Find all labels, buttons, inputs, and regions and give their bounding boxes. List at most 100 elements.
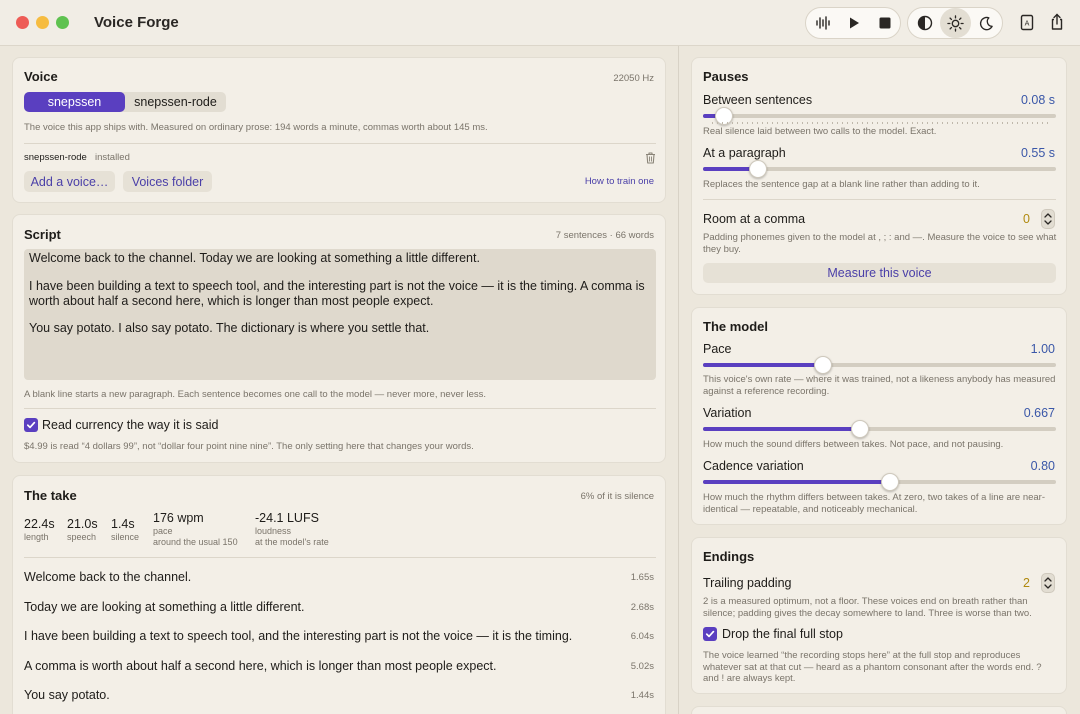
variation-slider[interactable] — [703, 420, 1056, 438]
cadence-caption: How much the rhythm differs between take… — [703, 492, 1045, 515]
minimize-window-button[interactable] — [36, 16, 49, 29]
train-voice-link[interactable]: How to train one — [585, 176, 654, 187]
between-sentences-value: 0.08 s — [1020, 93, 1055, 107]
variation-caption: How much the sound differs between takes… — [703, 439, 1004, 450]
waveform-button[interactable] — [807, 8, 838, 38]
pace-caption: This voice's own rate — where it was tra… — [703, 374, 1056, 397]
sentence-duration: 6.04s — [630, 631, 654, 642]
stat-loudness: -24.1 LUFS loudness at the model's rate — [255, 511, 329, 547]
playback-group — [805, 7, 901, 39]
stat-value: -24.1 LUFS — [255, 511, 319, 525]
measure-voice-button[interactable]: Measure this voice — [703, 263, 1056, 283]
script-card: Script 7 sentences · 66 words Welcome ba… — [12, 214, 666, 463]
slider-knob[interactable] — [814, 356, 833, 374]
close-window-button[interactable] — [16, 16, 29, 29]
auto-theme-button[interactable] — [909, 8, 940, 38]
sentence-duration: 5.02s — [630, 661, 654, 672]
stat-label: loudness — [255, 526, 292, 536]
slider-fill — [703, 480, 891, 484]
stat-sub: around the usual 150 — [153, 537, 238, 547]
sentence-text: I have been building a text to speech to… — [24, 629, 573, 643]
variation-value: 0.667 — [1023, 406, 1055, 420]
sample-rate: 22050 Hz — [613, 73, 654, 84]
dark-theme-button[interactable] — [971, 8, 1002, 38]
sentence-row[interactable]: I have been building a text to speech to… — [24, 629, 654, 647]
pauses-separator — [703, 199, 1056, 200]
voice-heading: Voice — [24, 69, 58, 84]
stepper-arrows-icon — [1044, 213, 1052, 225]
script-paragraph: You say potato. I also say potato. The d… — [29, 321, 430, 335]
share-icon — [1051, 13, 1062, 30]
trailing-padding-stepper[interactable] — [1041, 573, 1055, 593]
sentence-duration: 1.44s — [630, 690, 654, 701]
appearance-group — [907, 7, 1003, 39]
voice-option-snepssen-rode[interactable]: snepssen-rode — [125, 92, 226, 112]
pauses-heading: Pauses — [703, 69, 749, 84]
voice-option-snepssen[interactable]: snepssen — [24, 92, 125, 112]
sentence-text: A comma is worth about half a second her… — [24, 659, 497, 673]
delete-voice-button[interactable] — [645, 151, 657, 164]
pace-slider[interactable] — [703, 356, 1056, 374]
checkmark-icon — [705, 630, 715, 638]
cadence-slider[interactable] — [703, 473, 1056, 491]
between-sentences-label: Between sentences — [703, 93, 813, 107]
slider-fill — [703, 363, 824, 367]
endings-heading: Endings — [703, 549, 755, 564]
currency-checkbox[interactable] — [24, 418, 38, 432]
slider-knob[interactable] — [748, 160, 767, 178]
pane-divider[interactable] — [678, 46, 679, 714]
drop-full-stop-label: Drop the final full stop — [722, 627, 843, 641]
stat-sub: at the model's rate — [255, 537, 329, 547]
voice-caption: The voice this app ships with. Measured … — [24, 122, 488, 133]
dictionary-button[interactable]: A — [1011, 7, 1042, 37]
sentence-row[interactable]: A comma is worth about half a second her… — [24, 659, 654, 677]
sun-icon — [947, 14, 964, 32]
zoom-window-button[interactable] — [56, 16, 69, 29]
sentence-row[interactable]: Welcome back to the channel. 1.65s — [24, 570, 654, 588]
drop-full-stop-checkbox[interactable] — [703, 627, 717, 641]
cadence-label: Cadence variation — [703, 459, 804, 473]
title-bar: Voice Forge A — [0, 0, 1080, 46]
stat-speech: 21.0s speech — [67, 517, 98, 542]
stop-icon — [879, 17, 890, 29]
model-heading: The model — [703, 319, 769, 334]
take-separator — [24, 557, 656, 558]
script-counts: 7 sentences · 66 words — [555, 230, 654, 241]
paragraph-value: 0.55 s — [1020, 146, 1055, 160]
comma-stepper[interactable] — [1041, 209, 1055, 229]
slider-fill — [703, 427, 861, 431]
stepper-arrows-icon — [1044, 577, 1052, 589]
moon-icon — [979, 16, 993, 30]
paragraph-caption: Replaces the sentence gap at a blank lin… — [703, 179, 980, 190]
script-heading: Script — [24, 227, 61, 242]
drop-full-stop-caption: The voice learned “the recording stops h… — [703, 650, 1042, 684]
add-voice-button[interactable]: Add a voice… — [24, 171, 115, 192]
installed-status: installed — [95, 152, 130, 163]
trailing-padding-value: 2 — [1023, 576, 1030, 590]
script-separator — [24, 408, 656, 409]
play-button[interactable] — [838, 8, 869, 38]
stat-value: 1.4s — [111, 517, 135, 531]
light-theme-button[interactable] — [940, 8, 971, 38]
share-button[interactable] — [1041, 7, 1072, 37]
sentence-row[interactable]: You say potato. 1.44s — [24, 688, 654, 706]
pace-value: 1.00 — [1030, 342, 1055, 356]
next-card — [691, 706, 1067, 714]
script-paragraph: I have been building a text to speech to… — [29, 279, 645, 308]
silence-percent: 6% of it is silence — [580, 491, 654, 502]
sentence-duration: 1.65s — [630, 572, 654, 583]
trash-icon — [646, 152, 655, 164]
comma-caption: Padding phonemes given to the model at ,… — [703, 232, 1057, 255]
script-editor[interactable]: Welcome back to the channel. Today we ar… — [24, 249, 656, 380]
between-sentences-slider[interactable] — [703, 107, 1056, 125]
slider-knob[interactable] — [881, 473, 900, 491]
sentence-row[interactable]: Today we are looking at something a litt… — [24, 600, 654, 618]
stop-button[interactable] — [869, 8, 900, 38]
sentence-text: You say potato. — [24, 688, 110, 702]
trailing-padding-caption: 2 is a measured optimum, not a floor. Th… — [703, 596, 1032, 619]
sentence-duration: 2.68s — [630, 602, 654, 613]
voices-folder-button[interactable]: Voices folder — [123, 171, 212, 192]
between-sentences-caption: Real silence laid between two calls to t… — [703, 126, 937, 137]
paragraph-slider[interactable] — [703, 160, 1056, 178]
slider-knob[interactable] — [851, 420, 870, 438]
